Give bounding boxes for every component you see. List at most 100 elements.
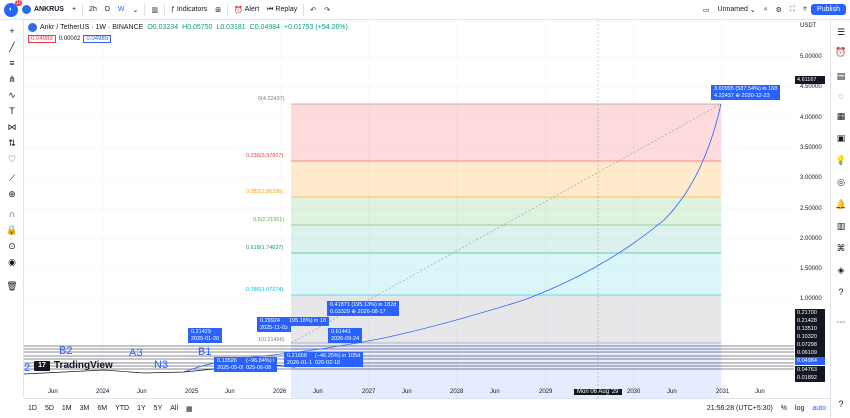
crosshair-icon[interactable]: +: [5, 25, 19, 37]
chat-icon[interactable]: ◌: [835, 90, 847, 102]
legend-change: +0.01753 (+54.26%): [284, 24, 348, 31]
replay-button[interactable]: ⏮ Replay: [263, 0, 301, 20]
templates-icon[interactable]: ⊞: [211, 0, 225, 20]
range-all[interactable]: All: [166, 405, 182, 412]
fullscreen-icon[interactable]: ⛶: [786, 0, 799, 20]
range-1m[interactable]: 1M: [58, 405, 76, 412]
range-1y[interactable]: 1Y: [133, 405, 150, 412]
point-1-date: 2025-01-20: [191, 335, 220, 342]
point-label-5[interactable]: 0.61441 2026-09-24: [328, 328, 363, 343]
range-3m[interactable]: 3M: [76, 405, 94, 412]
point-label-4[interactable]: 0.41871 (195.13%) in 182d 0.03329 ⊕ 2026…: [327, 301, 400, 316]
chevron-down-icon[interactable]: ⌄: [129, 0, 143, 20]
price-tick: 1.00000: [800, 296, 822, 302]
date-tick: Jun: [490, 389, 500, 395]
calendar-range-icon[interactable]: ▦: [182, 405, 197, 413]
price-tag: 0.04763: [795, 366, 825, 374]
search-icon[interactable]: ⌕: [760, 0, 772, 20]
calendar-icon[interactable]: ▣: [835, 132, 847, 144]
interval-2h[interactable]: 2h: [85, 0, 101, 20]
zoom-icon[interactable]: ⊕: [5, 188, 19, 200]
heart-icon[interactable]: ♡: [5, 153, 19, 165]
layout-icon[interactable]: ▭: [699, 0, 714, 20]
trend-line-icon[interactable]: ╱: [5, 41, 19, 53]
watchlist-icon[interactable]: ☰: [835, 26, 847, 38]
currency-label[interactable]: USDT: [800, 23, 816, 29]
pitchfork-icon[interactable]: ⋔: [5, 73, 19, 85]
pattern-icon[interactable]: ⋈: [5, 121, 19, 133]
layout-name[interactable]: Unnamed ⌄: [714, 0, 760, 20]
redo-icon[interactable]: ↷: [320, 0, 334, 20]
clock-time[interactable]: 21:56:28 (UTC+5:30): [703, 405, 777, 412]
trash-icon[interactable]: 🗑: [5, 280, 19, 292]
point-label-1[interactable]: 0.21429 2025-01-20: [188, 328, 223, 343]
help-icon[interactable]: ?: [835, 286, 847, 298]
data-window-icon[interactable]: ▤: [835, 70, 847, 82]
wave-label-n3[interactable]: N3: [154, 359, 168, 371]
add-symbol-button[interactable]: +: [68, 0, 80, 20]
ideas-icon[interactable]: 💡: [835, 154, 847, 166]
screener-icon[interactable]: ▥: [835, 220, 847, 232]
alert-button[interactable]: ⏰ Alert: [230, 0, 263, 20]
wave-label-2[interactable]: 2: [24, 362, 30, 374]
range-1d[interactable]: 1D: [24, 405, 41, 412]
fib-label-5: 0.5(2.21951): [253, 217, 285, 223]
wave-label-b1[interactable]: B1: [198, 346, 211, 358]
broker-icon[interactable]: ◈: [835, 264, 847, 276]
magnet-icon[interactable]: ∩: [5, 208, 19, 220]
more-icon[interactable]: ⋯: [835, 316, 847, 328]
date-tick: 2029: [539, 389, 553, 395]
indicators-button[interactable]: ƒ Indicators: [167, 0, 211, 20]
target-projection-label[interactable]: 3.60995 (587.54%) in 168 4.22437 ⊕ 2030-…: [711, 85, 781, 100]
chart-type-icon[interactable]: ▥: [147, 0, 162, 20]
camera-icon[interactable]: ⌾: [799, 0, 811, 20]
wave-label-a3[interactable]: A3: [129, 347, 142, 359]
price-tag: 0.07298: [795, 341, 825, 349]
publish-button[interactable]: Publish: [811, 4, 846, 15]
point-label-3[interactable]: 195.18%) in 18: [286, 317, 329, 326]
interval-w[interactable]: W: [114, 0, 129, 20]
streams-icon[interactable]: ◎: [835, 176, 847, 188]
user-avatar[interactable]: ◐ 11: [4, 0, 22, 17]
notifications-icon[interactable]: 🔔: [835, 198, 847, 210]
range-5d[interactable]: 5D: [41, 405, 58, 412]
ask-price[interactable]: 0.04985: [83, 34, 112, 43]
range-6m[interactable]: 6M: [93, 405, 111, 412]
current-price-tag: 0.04984: [795, 357, 825, 365]
interval-d[interactable]: D: [101, 0, 114, 20]
symbol-search[interactable]: ANKRUS: [18, 0, 68, 20]
point-label-7[interactable]: (−96.84%) i 025-06-08: [243, 357, 278, 372]
date-tick: Jun: [137, 389, 147, 395]
alerts-icon[interactable]: ⏰: [835, 46, 847, 58]
eye-icon[interactable]: ◉: [5, 256, 19, 268]
settings-gear-icon[interactable]: ⚙: [772, 0, 786, 20]
lock-drawings-icon[interactable]: ⊙: [5, 240, 19, 252]
log-scale-toggle[interactable]: log: [791, 405, 808, 412]
ankr-coin-icon: [28, 23, 37, 32]
hotlist-icon[interactable]: ▦: [835, 110, 847, 122]
auto-scale-toggle[interactable]: auto: [808, 405, 830, 412]
horizontal-line-icon[interactable]: ≡: [5, 57, 19, 69]
pine-editor-icon[interactable]: ⌘: [835, 242, 847, 254]
fib-label-236: 0.236(3.37807): [246, 153, 284, 159]
range-ytd[interactable]: YTD: [111, 405, 133, 412]
prediction-icon[interactable]: ⇅: [5, 137, 19, 149]
price-chart[interactable]: [24, 20, 794, 398]
percent-scale-toggle[interactable]: %: [777, 405, 791, 412]
crosshair-date-label: Mon 06 Aug '29: [574, 389, 622, 395]
replay-icon: ⏮: [267, 5, 276, 13]
ruler-icon[interactable]: ⟋: [5, 172, 19, 184]
bid-price[interactable]: 0.04983: [28, 34, 56, 43]
point-label-9[interactable]: (−46.25%) in 105d 026-02-18: [312, 352, 364, 367]
fib-zone-5-618: [291, 225, 721, 253]
range-5y[interactable]: 5Y: [150, 405, 167, 412]
chart-legend: Ankr / TetherUS · 1W · BINANCE O0.03234 …: [28, 22, 348, 44]
bottom-toolbar: 1D 5D 1M 3M 6M YTD 1Y 5Y All ▦ 21:56:28 …: [24, 398, 830, 418]
help-circle-icon[interactable]: ?: [835, 398, 847, 410]
undo-icon[interactable]: ↶: [306, 0, 320, 20]
brush-icon[interactable]: ∿: [5, 89, 19, 101]
text-icon[interactable]: T: [5, 105, 19, 117]
date-tick: Jun: [402, 389, 412, 395]
wave-label-b2[interactable]: B2: [59, 345, 72, 357]
lock-icon[interactable]: 🔒: [5, 224, 19, 236]
